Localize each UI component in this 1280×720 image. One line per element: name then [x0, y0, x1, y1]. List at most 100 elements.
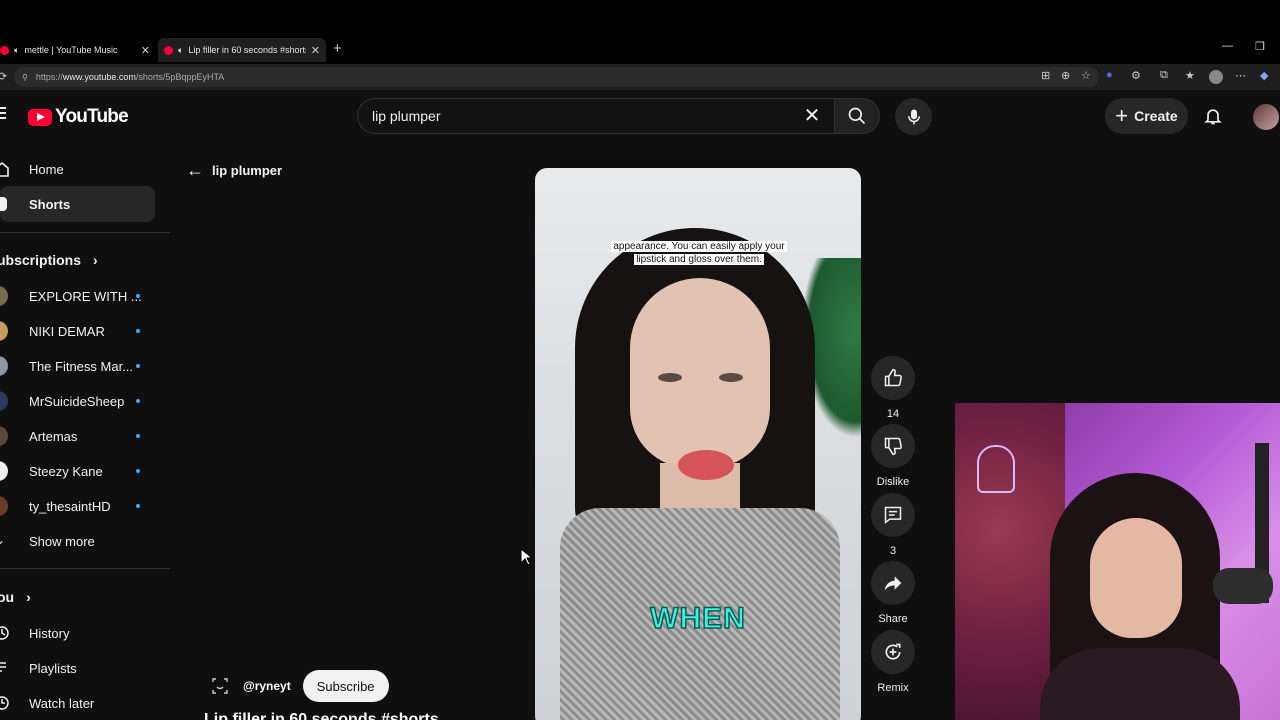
voice-search-button[interactable] — [895, 98, 932, 135]
back-label: lip plumper — [212, 163, 283, 178]
sidebar-item-label: History — [29, 625, 70, 641]
maximize-icon[interactable]: ❐ — [1255, 40, 1265, 53]
channel-name: NIKI DEMAR — [29, 323, 105, 339]
dislike-label: Dislike — [876, 476, 910, 488]
search-input[interactable]: lip plumper — [357, 98, 835, 134]
close-tab-icon[interactable]: ✕ — [141, 44, 150, 57]
thumbs-down-icon — [871, 424, 915, 468]
url-field[interactable]: ⚲ https://www.youtube.com/shorts/5pBqppE… — [14, 67, 1099, 87]
channel-name: EXPLORE WITH ... — [29, 288, 142, 304]
reload-icon[interactable]: ⟳ — [0, 70, 7, 83]
subscriptions-heading[interactable]: ubscriptions › — [0, 252, 98, 268]
new-content-dot — [136, 504, 140, 508]
split-screen-icon[interactable]: ⧉ — [1160, 69, 1168, 82]
sidebar-divider — [0, 568, 170, 569]
sidebar-item-shorts[interactable]: Shorts — [0, 186, 155, 222]
you-heading[interactable]: ou › — [0, 589, 31, 605]
neon-mushroom-sign-icon — [977, 445, 1015, 493]
channel-name: MrSuicideSheep — [29, 393, 125, 409]
tab-lip-filler-short[interactable]: 🔈︎ Lip filler in 60 seconds #shorts ✕ — [158, 38, 326, 62]
streamer-body — [1040, 648, 1240, 720]
search-button[interactable] — [834, 98, 880, 134]
youtube-logo[interactable]: YouTube — [28, 106, 129, 128]
channel-avatar — [0, 426, 8, 446]
tab-title: Lip filler in 60 seconds #shorts — [188, 45, 306, 55]
copilot-icon[interactable]: ◆ — [1260, 69, 1268, 82]
thumbs-up-icon — [871, 356, 915, 400]
dislike-button[interactable]: Dislike — [870, 424, 916, 488]
channel-avatar — [0, 391, 8, 411]
tab-youtube-music[interactable]: 🔈︎ mettle | YouTube Music ✕ — [0, 38, 156, 62]
logo-text: YouTube — [55, 106, 129, 127]
video-subject-eye — [719, 373, 743, 382]
close-tab-icon[interactable]: ✕ — [311, 44, 320, 57]
share-button[interactable]: Share — [870, 561, 916, 625]
comments-button[interactable]: 3 — [870, 493, 916, 557]
search-icon — [848, 107, 866, 125]
channel-avatar-icon[interactable] — [207, 673, 233, 699]
like-button[interactable]: 14 — [870, 356, 916, 420]
sidebar-show-more[interactable]: ⌄ Show more — [0, 523, 155, 559]
speaker-icon[interactable]: 🔈︎ — [14, 45, 19, 56]
sidebar: Home Shorts ubscriptions › EXPLORE WITH … — [0, 150, 170, 720]
new-tab-icon[interactable]: + — [333, 40, 342, 57]
create-button[interactable]: + Create — [1105, 98, 1188, 134]
youtube-music-favicon-icon — [0, 45, 9, 55]
playlists-icon — [0, 660, 9, 676]
channel-handle[interactable]: @ryneyt — [243, 679, 291, 693]
channel-avatar — [0, 286, 8, 306]
hamburger-menu-icon[interactable] — [0, 107, 6, 119]
sidebar-item-label: Playlists — [29, 660, 77, 676]
channel-avatar — [0, 461, 8, 481]
zoom-icon[interactable]: ⊕ — [1061, 69, 1070, 82]
channel-name: The Fitness Mar... — [29, 358, 134, 374]
sidebar-divider — [0, 232, 170, 233]
plus-icon: + — [1115, 103, 1129, 128]
minimize-icon[interactable]: — — [1222, 40, 1233, 52]
comment-count: 3 — [889, 545, 897, 557]
sidebar-subscription-item[interactable]: MrSuicideSheep — [0, 383, 155, 419]
share-label: Share — [878, 613, 908, 625]
extension-icon[interactable]: ● — [1106, 69, 1113, 81]
tab-title: mettle | YouTube Music — [24, 45, 118, 55]
account-avatar[interactable] — [1253, 104, 1279, 130]
video-title[interactable]: Lip filler in 60 seconds #shorts — [204, 711, 439, 720]
more-options-icon[interactable]: ⋯ — [1235, 69, 1246, 82]
sidebar-subscription-item[interactable]: The Fitness Mar... — [0, 348, 155, 384]
remix-button[interactable]: Remix — [870, 630, 916, 694]
show-more-label: Show more — [29, 533, 95, 549]
url-host: www.youtube.com — [62, 72, 136, 82]
sidebar-item-label: Shorts — [29, 196, 71, 212]
extensions-puzzle-icon[interactable]: ⚙ — [1131, 69, 1141, 82]
favorites-icon[interactable]: ★ — [1185, 69, 1195, 82]
back-arrow-icon: ← — [186, 160, 204, 180]
browser-tabstrip: 🔈︎ mettle | YouTube Music ✕ 🔈︎ Lip fille… — [0, 0, 1280, 64]
sidebar-item-home[interactable]: Home — [0, 151, 155, 187]
notifications-bell-icon[interactable] — [1203, 106, 1223, 131]
speaker-icon[interactable]: 🔈︎ — [178, 45, 183, 56]
short-video-player[interactable]: appearance. You can easily apply your li… — [535, 168, 861, 720]
sidebar-item-label: Home — [29, 161, 64, 177]
sidebar-subscription-item[interactable]: Steezy Kane — [0, 453, 155, 489]
channel-name: ty_thesaintHD — [29, 498, 111, 514]
you-title: ou — [0, 589, 15, 605]
sidebar-subscription-item[interactable]: ty_thesaintHD — [0, 488, 155, 524]
back-to-search-link[interactable]: ← lip plumper — [186, 160, 282, 181]
subscribe-button[interactable]: Subscribe — [302, 670, 389, 702]
sidebar-subscription-item[interactable]: NIKI DEMAR — [0, 313, 155, 349]
favorite-star-icon[interactable]: ☆ — [1081, 69, 1091, 82]
reader-view-icon[interactable]: ⊞ — [1041, 69, 1050, 82]
sidebar-item-playlists[interactable]: Playlists — [0, 650, 155, 686]
create-label: Create — [1134, 108, 1178, 124]
sidebar-subscription-item[interactable]: Artemas — [0, 418, 155, 454]
caption-line: lipstick and gloss over them. — [634, 254, 764, 265]
sidebar-item-watch-later[interactable]: Watch later — [0, 685, 155, 720]
sidebar-subscription-item[interactable]: EXPLORE WITH ... — [0, 278, 155, 314]
chevron-down-icon: ⌄ — [0, 533, 6, 547]
site-info-icon[interactable]: ⚲ — [22, 73, 28, 82]
sidebar-item-history[interactable]: History — [0, 615, 155, 651]
clear-search-icon[interactable]: ✕ — [800, 104, 824, 128]
caption-line: appearance. You can easily apply your — [611, 241, 787, 252]
profile-icon[interactable] — [1209, 70, 1223, 84]
sidebar-item-label: Watch later — [29, 695, 95, 711]
